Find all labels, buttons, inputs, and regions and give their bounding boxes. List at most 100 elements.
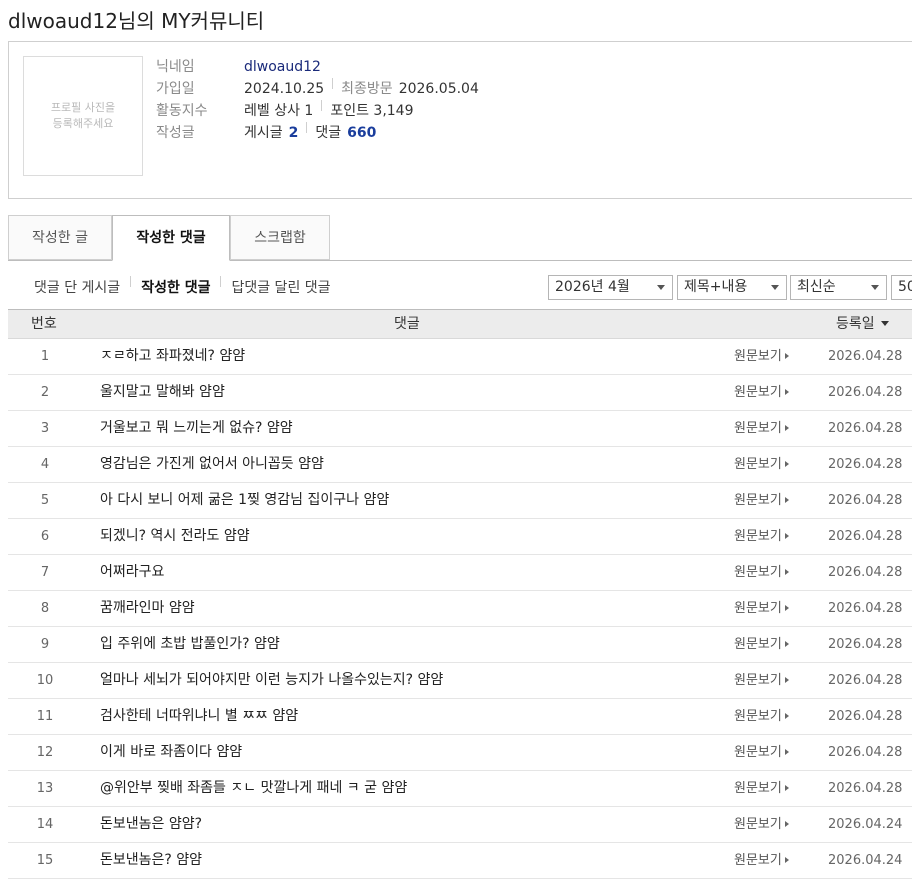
chevron-down-icon bbox=[771, 285, 779, 290]
comment-text[interactable]: 거울보고 뭐 느끼는게 없슈? 얌얌 bbox=[100, 411, 293, 446]
header-number: 번호 bbox=[31, 316, 57, 332]
comment-text[interactable]: 얼마나 세뇌가 되어야지만 이런 능지가 나올수있는지? 얌얌 bbox=[100, 663, 443, 698]
row-number: 9 bbox=[40, 637, 50, 652]
row-date: 2026.04.28 bbox=[828, 493, 903, 508]
view-original-link[interactable]: 원문보기 bbox=[734, 771, 789, 806]
view-original-link[interactable]: 원문보기 bbox=[734, 411, 789, 446]
view-original-label: 원문보기 bbox=[734, 673, 782, 688]
comment-text[interactable]: 이게 바로 좌좀이다 얌얌 bbox=[100, 735, 242, 770]
comment-text[interactable]: 되겠니? 역시 전라도 얌얌 bbox=[100, 519, 250, 554]
row-number: 14 bbox=[36, 817, 54, 832]
play-arrow-icon bbox=[784, 641, 789, 647]
comment-text[interactable]: 돈보낸놈은 얌얌? bbox=[100, 807, 202, 842]
comments-label: 댓글 bbox=[315, 125, 342, 141]
header-date[interactable]: 등록일 bbox=[836, 310, 889, 338]
comment-text[interactable]: 울지말고 말해봐 얌얌 bbox=[100, 375, 225, 410]
view-original-link[interactable]: 원문보기 bbox=[734, 699, 789, 734]
points-text: 포인트 3,149 bbox=[330, 103, 414, 119]
subnav-written-comments[interactable]: 작성한 댓글 bbox=[141, 276, 210, 300]
row-number: 10 bbox=[36, 673, 54, 688]
play-arrow-icon bbox=[784, 821, 789, 827]
view-original-link[interactable]: 원문보기 bbox=[734, 807, 789, 842]
row-number: 6 bbox=[40, 529, 50, 544]
play-arrow-icon bbox=[784, 353, 789, 359]
month-select[interactable]: 2026년 4월 bbox=[548, 275, 673, 300]
page-size-select[interactable]: 50 bbox=[891, 275, 912, 300]
view-original-label: 원문보기 bbox=[734, 565, 782, 580]
activity-label: 활동지수 bbox=[156, 103, 208, 119]
view-original-label: 원문보기 bbox=[734, 421, 782, 436]
view-original-link[interactable]: 원문보기 bbox=[734, 483, 789, 518]
comment-text[interactable]: 아 다시 보니 어제 굶은 1찢 영감님 집이구나 얌얌 bbox=[100, 483, 389, 518]
view-original-link[interactable]: 원문보기 bbox=[734, 519, 789, 554]
posts-label: 게시글 bbox=[244, 125, 283, 141]
table-row: 2 울지말고 말해봐 얌얌 원문보기 2026.04.28 bbox=[8, 375, 912, 411]
comment-text[interactable]: 검사한테 너따위냐니 별 ㅉㅉ 얌얌 bbox=[100, 699, 298, 734]
profile-photo-placeholder[interactable]: 프로필 사진을 등록해주세요 bbox=[23, 56, 143, 176]
comment-list: 1 ㅈㄹ하고 좌파졌네? 얌얌 원문보기 2026.04.28 2 울지말고 말해봐 얌얌… bbox=[8, 339, 912, 879]
view-original-link[interactable]: 원문보기 bbox=[734, 591, 789, 626]
comment-text[interactable]: 어쩌라구요 bbox=[100, 555, 164, 590]
row-date: 2026.04.28 bbox=[828, 349, 903, 364]
row-date: 2026.04.28 bbox=[828, 529, 903, 544]
view-original-label: 원문보기 bbox=[734, 745, 782, 760]
comment-text[interactable]: 돈보낸놈은? 얌얌 bbox=[100, 843, 202, 878]
row-date: 2026.04.28 bbox=[828, 709, 903, 724]
view-original-link[interactable]: 원문보기 bbox=[734, 735, 789, 770]
comment-text[interactable]: 꿈깨라인마 얌얌 bbox=[100, 591, 195, 626]
row-number: 7 bbox=[40, 565, 50, 580]
written-row: 작성글 게시글 2 댓글 660 bbox=[156, 122, 479, 144]
last-visit-label: 최종방문 bbox=[341, 81, 393, 97]
header-date-label: 등록일 bbox=[836, 316, 875, 332]
page-title: dlwoaud12님의 MY커뮤니티 bbox=[8, 9, 265, 33]
row-number: 8 bbox=[40, 601, 50, 616]
sub-navigation: 댓글 단 게시글 작성한 댓글 답댓글 달린 댓글 bbox=[34, 276, 331, 300]
play-arrow-icon bbox=[784, 605, 789, 611]
table-row: 15 돈보낸놈은? 얌얌 원문보기 2026.04.24 bbox=[8, 843, 912, 879]
play-arrow-icon bbox=[784, 461, 789, 467]
play-arrow-icon bbox=[784, 785, 789, 791]
tab-scraps[interactable]: 스크랩함 bbox=[230, 215, 330, 260]
sort-desc-icon bbox=[880, 321, 889, 326]
view-original-link[interactable]: 원문보기 bbox=[734, 843, 789, 878]
view-original-label: 원문보기 bbox=[734, 853, 782, 868]
posts-count[interactable]: 2 bbox=[289, 122, 299, 144]
comment-text[interactable]: ㅈㄹ하고 좌파졌네? 얌얌 bbox=[100, 339, 245, 374]
profile-box: 프로필 사진을 등록해주세요 닉네임 dlwoaud12 가입일 2024.10… bbox=[8, 41, 912, 199]
table-row: 3 거울보고 뭐 느끼는게 없슈? 얌얌 원문보기 2026.04.28 bbox=[8, 411, 912, 447]
row-number: 13 bbox=[36, 781, 54, 796]
view-original-label: 원문보기 bbox=[734, 493, 782, 508]
view-original-link[interactable]: 원문보기 bbox=[734, 447, 789, 482]
view-original-label: 원문보기 bbox=[734, 709, 782, 724]
comment-text[interactable]: 영감님은 가진게 없어서 아니꼽듯 얌얌 bbox=[100, 447, 324, 482]
view-original-link[interactable]: 원문보기 bbox=[734, 663, 789, 698]
last-visit-date: 2026.05.04 bbox=[398, 81, 479, 97]
comments-count[interactable]: 660 bbox=[347, 122, 376, 144]
nickname-value: dlwoaud12 bbox=[244, 59, 321, 75]
row-date: 2026.04.28 bbox=[828, 601, 903, 616]
view-original-link[interactable]: 원문보기 bbox=[734, 555, 789, 590]
table-row: 4 영감님은 가진게 없어서 아니꼽듯 얌얌 원문보기 2026.04.28 bbox=[8, 447, 912, 483]
subnav-commented-posts[interactable]: 댓글 단 게시글 bbox=[34, 276, 120, 300]
search-type-select[interactable]: 제목+내용 bbox=[677, 275, 787, 300]
search-type-value: 제목+내용 bbox=[684, 279, 748, 295]
joined-row: 가입일 2024.10.25 최종방문 2026.05.04 bbox=[156, 78, 479, 100]
view-original-link[interactable]: 원문보기 bbox=[734, 339, 789, 374]
table-row: 11 검사한테 너따위냐니 별 ㅉㅉ 얌얌 원문보기 2026.04.28 bbox=[8, 699, 912, 735]
tab-written-comments[interactable]: 작성한 댓글 bbox=[112, 215, 230, 261]
comment-text[interactable]: @위안부 찢배 좌좀들 ㅈㄴ 맛깔나게 패네 ㅋ 굳 얌얌 bbox=[100, 771, 407, 806]
view-original-link[interactable]: 원문보기 bbox=[734, 375, 789, 410]
sort-select[interactable]: 최신순 bbox=[790, 275, 887, 300]
table-row: 9 입 주위에 초밥 밥풀인가? 얌얌 원문보기 2026.04.28 bbox=[8, 627, 912, 663]
tab-written-posts[interactable]: 작성한 글 bbox=[8, 215, 112, 260]
sort-value: 최신순 bbox=[797, 279, 836, 295]
tab-bar: 작성한 글 작성한 댓글 스크랩함 bbox=[8, 215, 912, 261]
nickname-row: 닉네임 dlwoaud12 bbox=[156, 56, 479, 78]
view-original-link[interactable]: 원문보기 bbox=[734, 627, 789, 662]
row-date: 2026.04.28 bbox=[828, 637, 903, 652]
comment-text[interactable]: 입 주위에 초밥 밥풀인가? 얌얌 bbox=[100, 627, 280, 662]
subnav-replied-comments[interactable]: 답댓글 달린 댓글 bbox=[231, 276, 330, 300]
table-row: 10 얼마나 세뇌가 되어야지만 이런 능지가 나올수있는지? 얌얌 원문보기 202… bbox=[8, 663, 912, 699]
row-date: 2026.04.28 bbox=[828, 673, 903, 688]
divider bbox=[332, 78, 334, 89]
